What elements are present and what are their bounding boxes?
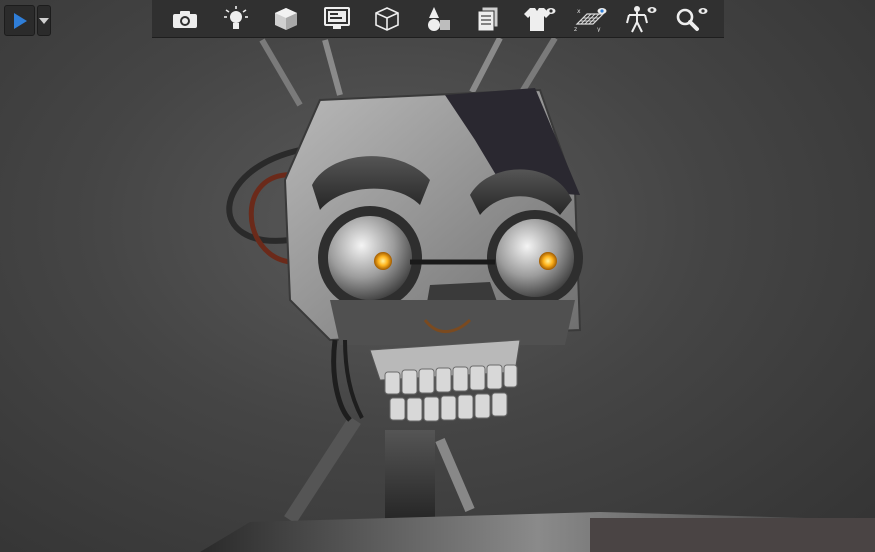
camera-icon	[173, 10, 198, 28]
left-eye	[328, 216, 412, 300]
search-visibility-button[interactable]	[674, 3, 708, 35]
antenna-rod	[259, 38, 303, 107]
antenna-rod	[519, 36, 558, 94]
3d-viewport[interactable]: z y x	[0, 0, 875, 552]
wireframe-view-button[interactable]	[370, 3, 404, 35]
skeleton-visibility-icon	[626, 5, 657, 32]
lights-button[interactable]	[219, 3, 253, 35]
right-eye	[496, 219, 574, 297]
light-bulb-icon	[223, 5, 248, 29]
render-view-button[interactable]	[320, 3, 354, 35]
monitor-render-icon	[323, 6, 350, 29]
antenna-rod	[322, 39, 343, 96]
grid-visibility-button[interactable]: z y x	[573, 3, 607, 35]
play-dropdown-button[interactable]	[37, 5, 51, 36]
camera-button[interactable]	[168, 3, 202, 35]
solid-view-button[interactable]	[269, 3, 303, 35]
teeth	[384, 364, 518, 422]
materials-button[interactable]	[421, 3, 455, 35]
solid-cube-icon	[275, 7, 298, 30]
texture-layers-button[interactable]	[471, 3, 505, 35]
wireframe-cube-icon	[375, 6, 400, 31]
svg-text:y: y	[597, 26, 601, 32]
grid-axes-visibility-icon: z y x	[574, 7, 607, 32]
antenna-rod	[469, 36, 503, 94]
play-icon	[13, 12, 27, 29]
texture-layers-icon	[477, 6, 499, 31]
chevron-down-icon	[39, 17, 49, 24]
svg-text:z: z	[574, 26, 577, 32]
play-button[interactable]	[4, 5, 35, 36]
right-eye-glow	[539, 252, 557, 270]
left-eye-glow	[374, 252, 392, 270]
skeleton-visibility-button[interactable]	[623, 3, 657, 35]
magnifier-visibility-icon	[676, 7, 708, 31]
robot-head-model	[200, 36, 875, 552]
shirt-visibility-icon	[523, 7, 556, 31]
clothing-visibility-button[interactable]	[522, 3, 556, 35]
materials-icon	[427, 6, 450, 31]
svg-text:x: x	[577, 8, 581, 15]
viewport-toolbar: z y x	[152, 0, 724, 38]
play-controls	[4, 5, 51, 36]
neck	[385, 430, 435, 520]
